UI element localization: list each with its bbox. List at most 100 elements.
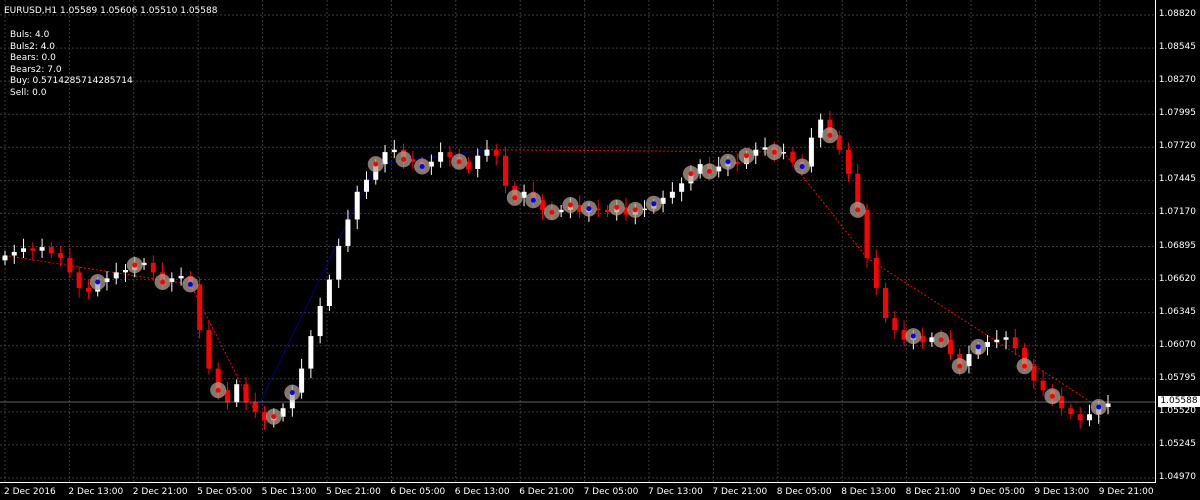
candle-bear [503,155,509,186]
candle-bull [475,155,481,169]
candle-bull [326,279,332,307]
stat-sell: Sell: 0.0 [10,87,47,98]
buy-marker [187,281,193,287]
sell-marker [855,207,861,213]
candles [2,111,1111,430]
candle-bear [1012,337,1018,349]
price-tick-label: 1.08545 [1158,42,1196,53]
sell-marker [456,159,462,165]
candle-bear [447,152,453,157]
candle-bear [76,272,82,288]
sell-marker [160,279,166,285]
sell-marker [401,156,407,162]
candle-bear [892,318,898,331]
candle-bear [845,149,851,174]
grid [0,0,1155,482]
candle-bear [85,287,91,292]
candle-bear [243,384,249,403]
time-tick-label: 6 Dec 21:00 [519,487,574,497]
candle-bear [48,247,54,254]
time-tick-label: 9 Dec 05:00 [970,487,1025,497]
price-tick-label: 1.05795 [1158,372,1196,383]
price-tick-label: 1.08270 [1158,75,1196,86]
candle-bear [252,402,258,412]
time-axis-border [0,482,1156,483]
candle-bull [354,191,360,220]
candle-bear [1040,380,1046,391]
price-tick-label: 1.04970 [1158,472,1196,482]
price-tick-label: 1.06620 [1158,273,1196,284]
time-tick-label: 6 Dec 05:00 [390,487,446,497]
time-tick-label: 9 Dec 21:00 [1098,487,1154,497]
sell-marker [632,207,638,213]
candle-bull [2,255,8,261]
candle-bear [873,257,879,288]
sell-marker [271,414,277,420]
sell-marker [938,337,944,343]
price-chart[interactable] [0,0,1200,500]
current-price-label: 1.05588 [1158,396,1200,407]
candle-bull [11,251,17,256]
time-tick-label: 2 Dec 13:00 [68,487,124,497]
time-tick-label: 7 Dec 05:00 [583,487,639,497]
candle-bull [391,149,397,153]
time-tick-label: 8 Dec 21:00 [905,487,961,497]
price-tick-label: 1.06895 [1158,240,1196,251]
candle-bear [883,287,889,319]
candle-bull [336,245,342,280]
time-tick-label: 7 Dec 13:00 [648,487,703,497]
buy-marker [910,333,916,339]
candle-bear [58,253,64,258]
candle-bull [363,179,369,192]
candle-bear [604,209,610,213]
candle-bull [484,149,490,156]
indicator-stats: Buls: 4.0 Buls2: 4.0 Bears: 0.0 Bears2: … [10,30,133,100]
buy-marker [975,344,981,350]
candle-bull [679,183,685,192]
buy-marker [289,390,295,396]
price-tick-label: 1.05245 [1158,438,1196,449]
sell-marker [706,168,712,174]
candle-bull [39,247,45,251]
price-tick-label: 1.05520 [1158,405,1196,416]
candle-bear [1068,408,1074,415]
time-tick-label: 2 Dec 21:00 [132,487,188,497]
time-tick-label: 5 Dec 05:00 [197,487,252,497]
sell-marker [827,132,833,138]
buy-marker [530,197,536,203]
stat-bears: Bears: 0.0 [10,53,56,64]
candle-bull [762,147,768,150]
time-tick-label: 5 Dec 13:00 [261,487,317,497]
candle-bull [1086,414,1092,421]
stat-buls2: Buls2: 4.0 [10,41,56,52]
chart-header: EURUSD,H1 1.05589 1.05606 1.05510 1.0558… [4,6,217,16]
candle-bull [308,336,314,369]
stat-bears2: Bears2: 7.0 [10,64,62,75]
candle-bear [206,330,212,369]
chart-window[interactable]: EURUSD,H1 1.05589 1.05606 1.05510 1.0558… [0,0,1200,500]
candle-bear [197,284,203,331]
sell-marker [373,161,379,167]
price-tick-label: 1.07720 [1158,141,1196,152]
price-tick-label: 1.07995 [1158,108,1196,119]
buy-marker [725,159,731,165]
candle-bull [113,272,119,279]
sell-marker [744,153,750,159]
candle-bull [299,368,305,393]
candle-bull [345,219,351,246]
time-tick-label: 6 Dec 13:00 [454,487,510,497]
time-tick-label: 5 Dec 21:00 [326,487,381,497]
candle-bull [669,191,675,198]
price-tick-label: 1.08820 [1158,9,1196,19]
candle-bull [1003,337,1009,340]
candle-bull [178,275,184,279]
time-tick-label: 8 Dec 05:00 [776,487,832,497]
buy-marker [419,164,425,170]
candle-bear [790,152,796,162]
candle-bear [493,149,499,156]
candle-bull [808,137,814,167]
candle-bear [30,248,36,251]
candle-bear [67,257,73,273]
price-tick-label: 1.06070 [1158,339,1196,350]
stat-buls: Buls: 4.0 [10,30,50,40]
